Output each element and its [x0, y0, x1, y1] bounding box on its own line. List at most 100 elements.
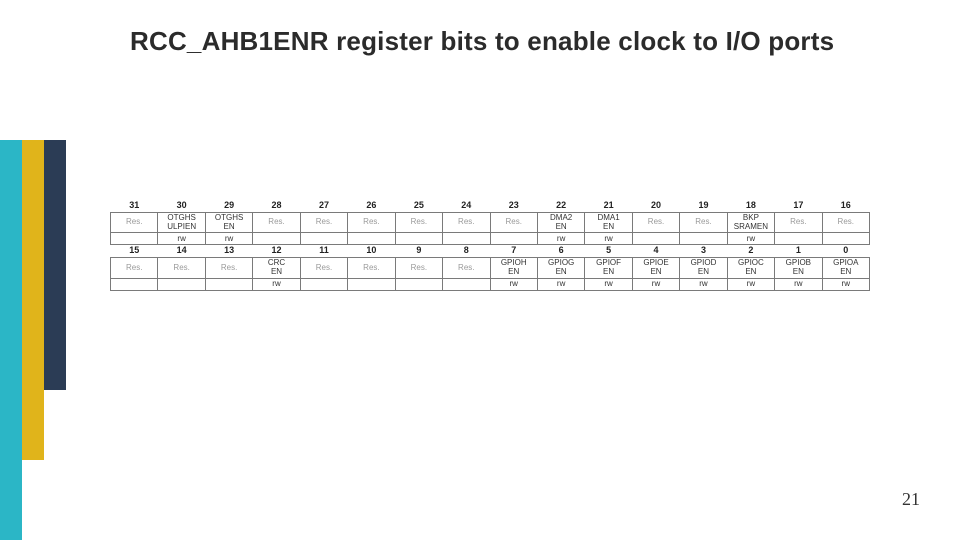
bit-number: 18	[727, 200, 774, 212]
rw-cell: rw	[822, 278, 869, 290]
reserved-cell: Res.	[822, 212, 869, 233]
rw-cell: rw	[253, 278, 300, 290]
bit-number: 26	[348, 200, 395, 212]
bit-number: 31	[111, 200, 158, 212]
rw-cell	[300, 278, 347, 290]
rw-cell: rw	[585, 233, 632, 245]
reserved-cell: Res.	[395, 258, 442, 279]
bit-number: 6	[537, 245, 584, 258]
rw-cell	[300, 233, 347, 245]
bitfield-cell: DMA1EN	[585, 212, 632, 233]
reserved-cell: Res.	[632, 212, 679, 233]
bit-number: 23	[490, 200, 537, 212]
bit-row-high: 31302928272625242322212019181716	[111, 200, 870, 212]
bitfield-cell: GPIOEEN	[632, 258, 679, 279]
rw-cell	[348, 278, 395, 290]
rw-cell: rw	[680, 278, 727, 290]
rw-cell	[111, 233, 158, 245]
reserved-cell: Res.	[111, 258, 158, 279]
bit-number: 9	[395, 245, 442, 258]
rw-cell	[395, 233, 442, 245]
page-title: RCC_AHB1ENR register bits to enable cloc…	[130, 26, 834, 57]
bitfield-cell: CRCEN	[253, 258, 300, 279]
bitfield-cell: GPIOBEN	[775, 258, 822, 279]
bit-number: 0	[822, 245, 869, 258]
bitfield-cell: BKPSRAMEN	[727, 212, 774, 233]
rw-cell: rw	[775, 278, 822, 290]
rw-cell	[680, 233, 727, 245]
slide: RCC_AHB1ENR register bits to enable cloc…	[0, 0, 960, 540]
rw-cell	[205, 278, 252, 290]
reserved-cell: Res.	[253, 212, 300, 233]
reserved-cell: Res.	[300, 212, 347, 233]
bit-number: 3	[680, 245, 727, 258]
rw-cell: rw	[632, 278, 679, 290]
rw-cell: rw	[205, 233, 252, 245]
rw-cell	[158, 278, 205, 290]
bitfield-cell: GPIOHEN	[490, 258, 537, 279]
bit-number: 29	[205, 200, 252, 212]
rw-cell	[348, 233, 395, 245]
bit-number: 22	[537, 200, 584, 212]
register-table: 31302928272625242322212019181716 Res.OTG…	[110, 200, 870, 291]
page-number: 21	[902, 489, 920, 510]
bitfield-cell: GPIOCEN	[727, 258, 774, 279]
reserved-cell: Res.	[111, 212, 158, 233]
reserved-cell: Res.	[443, 212, 490, 233]
reserved-cell: Res.	[205, 258, 252, 279]
bit-number: 30	[158, 200, 205, 212]
bitfield-cell: GPIOGEN	[537, 258, 584, 279]
bitfield-cell: OTGHSEN	[205, 212, 252, 233]
reserved-cell: Res.	[490, 212, 537, 233]
reserved-cell: Res.	[395, 212, 442, 233]
bit-number: 25	[395, 200, 442, 212]
rw-row-low: rwrwrwrwrwrwrwrwrw	[111, 278, 870, 290]
rw-cell: rw	[727, 233, 774, 245]
reserved-cell: Res.	[300, 258, 347, 279]
bit-number: 4	[632, 245, 679, 258]
rw-cell: rw	[158, 233, 205, 245]
rw-cell	[632, 233, 679, 245]
bit-number: 15	[111, 245, 158, 258]
rw-cell	[443, 278, 490, 290]
rw-cell	[395, 278, 442, 290]
bit-number: 20	[632, 200, 679, 212]
rw-cell	[775, 233, 822, 245]
name-row-high: Res.OTGHSULPIENOTGHSENRes.Res.Res.Res.Re…	[111, 212, 870, 233]
bit-number: 21	[585, 200, 632, 212]
rw-cell: rw	[490, 278, 537, 290]
bitfield-cell: GPIODEN	[680, 258, 727, 279]
rw-cell	[111, 278, 158, 290]
register-table-wrap: 31302928272625242322212019181716 Res.OTG…	[110, 200, 870, 291]
bitfield-cell: OTGHSULPIEN	[158, 212, 205, 233]
bit-number: 14	[158, 245, 205, 258]
bit-number: 17	[775, 200, 822, 212]
bitfield-cell: GPIOFEN	[585, 258, 632, 279]
bit-number: 1	[775, 245, 822, 258]
bit-row-low: 1514131211109876543210	[111, 245, 870, 258]
bit-number: 16	[822, 200, 869, 212]
rw-cell: rw	[537, 233, 584, 245]
bit-number: 27	[300, 200, 347, 212]
rw-cell	[443, 233, 490, 245]
bitfield-cell: DMA2EN	[537, 212, 584, 233]
bit-number: 19	[680, 200, 727, 212]
bit-number: 28	[253, 200, 300, 212]
name-row-low: Res.Res.Res.CRCENRes.Res.Res.Res.GPIOHEN…	[111, 258, 870, 279]
bit-number: 2	[727, 245, 774, 258]
bit-number: 10	[348, 245, 395, 258]
bit-number: 5	[585, 245, 632, 258]
bit-number: 24	[443, 200, 490, 212]
reserved-cell: Res.	[680, 212, 727, 233]
reserved-cell: Res.	[348, 212, 395, 233]
rw-row-high: rwrwrwrwrw	[111, 233, 870, 245]
reserved-cell: Res.	[348, 258, 395, 279]
reserved-cell: Res.	[775, 212, 822, 233]
bitfield-cell: GPIOAEN	[822, 258, 869, 279]
rw-cell	[253, 233, 300, 245]
rw-cell: rw	[537, 278, 584, 290]
reserved-cell: Res.	[443, 258, 490, 279]
rw-cell	[822, 233, 869, 245]
reserved-cell: Res.	[158, 258, 205, 279]
bit-number: 11	[300, 245, 347, 258]
